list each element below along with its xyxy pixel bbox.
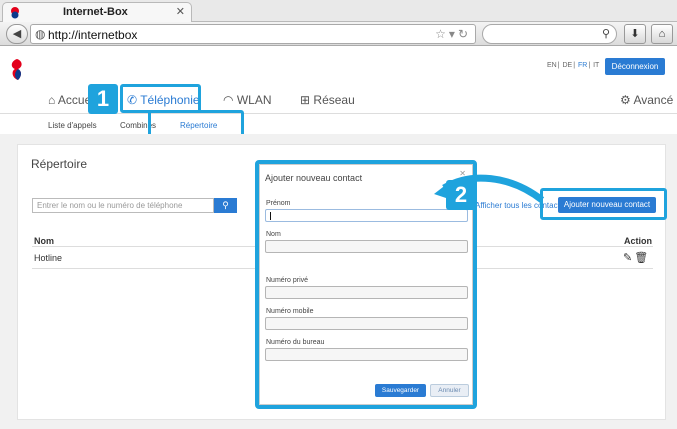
first-name-label: Prénom — [266, 200, 291, 207]
table-row-name: Hotline — [34, 253, 63, 263]
office-number-field[interactable] — [265, 348, 468, 361]
browser-toolbar: ◀ ◍ http://internetbox ☆▾↻ ⚲ ⬇ ⌂ — [0, 22, 677, 46]
cancel-button[interactable]: Annuler — [430, 384, 469, 397]
search-icon: ⚲ — [222, 200, 229, 210]
text-caret — [270, 212, 271, 220]
directory-search-button[interactable]: ⚲ — [214, 198, 237, 213]
globe-icon: ◍ — [35, 27, 46, 41]
last-name-label: Nom — [266, 231, 281, 238]
private-number-field[interactable] — [265, 286, 468, 299]
close-tab-icon[interactable]: ✕ — [176, 5, 185, 18]
directory-title: Répertoire — [31, 157, 88, 171]
mobile-number-field[interactable] — [265, 317, 468, 330]
lang-fr[interactable]: FR — [578, 62, 587, 69]
browser-tab-bar: Internet-Box ✕ — [0, 0, 677, 22]
sub-nav: Liste d'appels Combinés Répertoire — [0, 118, 677, 134]
browser-tab[interactable]: Internet-Box ✕ — [2, 2, 192, 22]
save-button[interactable]: Sauvegarder — [375, 384, 426, 397]
edit-pencil-icon[interactable]: ✎ — [623, 252, 634, 264]
lang-de[interactable]: DE — [563, 62, 573, 69]
swisscom-logo — [11, 59, 22, 80]
callout-add-contact-frame — [540, 188, 667, 220]
gear-icon: ⚙ — [620, 93, 631, 107]
language-switcher: EN| DE| FR| IT — [547, 62, 600, 69]
nav-network-label: Réseau — [313, 93, 355, 107]
nav-network[interactable]: ⊞ Réseau — [300, 90, 355, 110]
address-bar[interactable]: ◍ http://internetbox ☆▾↻ — [30, 24, 476, 44]
column-header-action: Action — [624, 236, 652, 246]
logout-button[interactable]: Déconnexion — [605, 58, 665, 75]
nav-advanced[interactable]: ⚙ Avancé — [620, 90, 673, 110]
mobile-number-label: Numéro mobile — [266, 308, 314, 315]
tab-title: Internet-Box — [63, 6, 128, 18]
wifi-icon: ◠ — [223, 93, 234, 107]
nav-wlan-label: WLAN — [236, 93, 272, 107]
callout-step-1-badge: 1 — [88, 84, 118, 114]
subnav-call-list[interactable]: Liste d'appels — [48, 118, 97, 134]
lang-en[interactable]: EN — [547, 62, 557, 69]
last-name-field[interactable] — [265, 240, 468, 253]
callout-telephony-frame — [120, 84, 201, 113]
nav-advanced-label: Avancé — [633, 93, 674, 107]
search-icon[interactable]: ⚲ — [602, 27, 610, 40]
bookmark-star-icon[interactable]: ☆▾↻ — [435, 27, 471, 41]
home-icon[interactable]: ⌂ — [651, 24, 673, 44]
private-number-label: Numéro privé — [266, 277, 309, 284]
nav-wlan[interactable]: ◠ WLAN — [223, 90, 272, 110]
callout-step-2-badge: 2 — [446, 180, 476, 210]
column-header-name: Nom — [34, 236, 54, 246]
lang-it[interactable]: IT — [593, 62, 599, 69]
browser-search-box[interactable]: ⚲ — [482, 24, 617, 44]
network-icon: ⊞ — [300, 93, 311, 107]
back-button[interactable]: ◀ — [6, 24, 28, 44]
download-icon[interactable]: ⬇ — [624, 24, 646, 44]
office-number-label: Numéro du bureau — [266, 339, 325, 346]
directory-search-input[interactable]: Entrer le nom ou le numéro de téléphone — [32, 198, 214, 213]
home-icon: ⌂ — [48, 93, 56, 107]
swisscom-favicon-icon — [11, 7, 19, 19]
trash-icon[interactable]: 🗑 — [634, 252, 650, 264]
dialog-title: Ajouter nouveau contact — [265, 173, 363, 183]
table-row-actions: ✎🗑 — [623, 251, 650, 264]
url-text: http://internetbox — [48, 28, 138, 42]
